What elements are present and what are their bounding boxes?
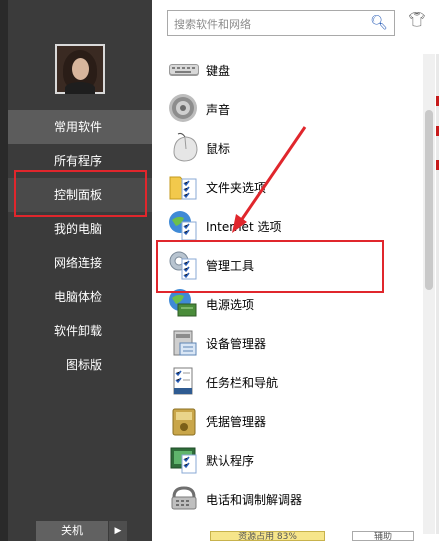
device-manager-icon xyxy=(173,330,197,356)
search-box[interactable]: 搜索软件和网络 🔍︎ xyxy=(167,10,395,36)
default-programs-icon xyxy=(170,447,197,474)
list-item[interactable]: 电话和调制解调器 xyxy=(166,479,416,518)
keyboard-icon xyxy=(169,64,199,76)
sidebar-edge xyxy=(0,0,8,541)
sidebar-nav: 常用软件 所有程序 控制面板 我的电脑 网络连接 电脑体检 软件卸载 图标版 xyxy=(8,110,152,382)
sidebar: 常用软件 所有程序 控制面板 我的电脑 网络连接 电脑体检 软件卸载 图标版 关… xyxy=(0,0,152,541)
list-item[interactable]: 设备管理器 xyxy=(166,323,416,362)
resource-usage-button[interactable]: 资源占用 83% xyxy=(210,531,325,541)
list-item-label: 默认程序 xyxy=(206,454,255,468)
sidebar-item-health-check[interactable]: 电脑体检 xyxy=(8,280,152,314)
list-item-label: 声音 xyxy=(206,103,231,117)
list-item-label: 电源选项 xyxy=(206,298,255,312)
highlight-box-control-panel xyxy=(14,170,147,217)
mouse-icon xyxy=(173,132,198,162)
list-item[interactable]: 凭据管理器 xyxy=(166,401,416,440)
internet-options-icon xyxy=(169,211,197,241)
taskbar-icon xyxy=(173,367,193,395)
search-icon[interactable]: 🔍︎ xyxy=(370,15,388,31)
skin-icon[interactable]: 👕︎ xyxy=(408,12,426,30)
shutdown-options-button[interactable]: ▶ xyxy=(109,521,127,541)
list-item[interactable]: 文件夹选项 xyxy=(166,167,416,206)
speaker-icon xyxy=(169,94,197,122)
search-input[interactable]: 搜索软件和网络 xyxy=(174,16,251,32)
sidebar-item-my-computer[interactable]: 我的电脑 xyxy=(8,212,152,246)
sidebar-item-icon-view[interactable]: 图标版 xyxy=(8,348,152,382)
list-item[interactable]: 默认程序 xyxy=(166,440,416,479)
list-item-label: Internet 选项 xyxy=(206,220,282,234)
list-item-label: 文件夹选项 xyxy=(206,181,267,195)
assist-button[interactable]: 辅助 xyxy=(352,531,414,541)
sidebar-item-network[interactable]: 网络连接 xyxy=(8,246,152,280)
list-item-label: 电话和调制解调器 xyxy=(206,493,303,507)
folder-options-icon xyxy=(169,176,197,200)
highlight-box-admin-tools xyxy=(156,240,384,293)
sidebar-item-uninstall[interactable]: 软件卸载 xyxy=(8,314,152,348)
list-item-label: 设备管理器 xyxy=(206,337,267,351)
list-item[interactable]: 键盘 xyxy=(166,50,416,89)
list-item-label: 鼠标 xyxy=(206,142,231,156)
credential-manager-icon xyxy=(172,408,196,436)
avatar[interactable] xyxy=(55,44,105,94)
list-item-label: 键盘 xyxy=(206,64,231,78)
shutdown-button[interactable]: 关机 xyxy=(36,521,108,541)
list-item[interactable]: 声音 xyxy=(166,89,416,128)
phone-modem-icon xyxy=(171,486,197,510)
list-item[interactable]: 任务栏和导航 xyxy=(166,362,416,401)
list-item[interactable]: 鼠标 xyxy=(166,128,416,167)
list-item-label: 任务栏和导航 xyxy=(206,376,279,390)
sidebar-item-common-software[interactable]: 常用软件 xyxy=(8,110,152,144)
list-item-label: 凭据管理器 xyxy=(206,415,267,429)
scrollbar-thumb[interactable] xyxy=(425,110,433,290)
